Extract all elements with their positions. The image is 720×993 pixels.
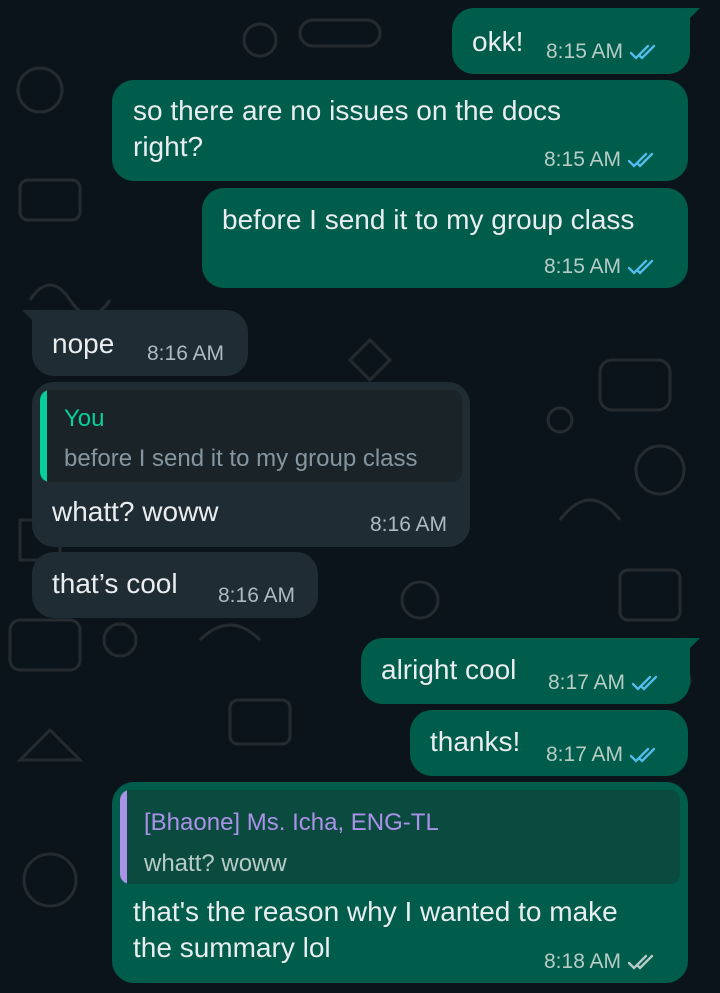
- message-text-line: so there are no issues on the docs: [133, 95, 562, 126]
- quote-bar: [120, 790, 127, 884]
- quote-author: You: [64, 405, 105, 432]
- message-meta: 8:15 AM: [546, 40, 657, 64]
- message-text: whatt? woww: [52, 496, 219, 527]
- message-time: 8:15 AM: [544, 148, 622, 171]
- message-meta: 8:17 AM: [548, 671, 659, 695]
- message-text: thanks!: [430, 726, 521, 757]
- message-text: that’s cool: [52, 568, 178, 599]
- message-outgoing[interactable]: alright cool 8:17 AM: [361, 638, 700, 704]
- message-time: 8:16 AM: [218, 584, 296, 607]
- message-time: 8:15 AM: [544, 255, 622, 278]
- message-time: 8:16 AM: [370, 513, 448, 536]
- message-time: 8:17 AM: [548, 671, 626, 694]
- message-outgoing-reply[interactable]: [Bhaone] Ms. Icha, ENG-TL whatt? woww th…: [112, 782, 688, 983]
- message-meta: 8:15 AM: [544, 255, 655, 279]
- message-time: 8:16 AM: [147, 342, 225, 365]
- delivered-ticks-icon: [627, 954, 654, 970]
- message-meta: 8:15 AM: [544, 148, 655, 172]
- quote-text: whatt? woww: [144, 850, 287, 877]
- message-text-line: the summary lol: [133, 932, 331, 963]
- read-ticks-icon: [629, 747, 656, 763]
- message-time: 8:17 AM: [546, 743, 624, 766]
- message-incoming[interactable]: nope 8:16 AM: [22, 310, 248, 376]
- read-ticks-icon: [627, 259, 654, 275]
- message-time: 8:15 AM: [546, 40, 624, 63]
- quoted-message[interactable]: You before I send it to my group class: [40, 390, 462, 482]
- message-text: alright cool: [381, 654, 517, 685]
- message-text: okk!: [472, 26, 524, 57]
- message-meta: 8:18 AM: [544, 950, 655, 974]
- quote-text: before I send it to my group class: [64, 445, 418, 472]
- message-text-line: right?: [133, 131, 204, 162]
- message-outgoing[interactable]: thanks! 8:17 AM: [410, 710, 688, 776]
- message-outgoing[interactable]: okk! 8:15 AM: [452, 8, 700, 74]
- quote-author: [Bhaone] Ms. Icha, ENG-TL: [144, 809, 439, 836]
- message-incoming[interactable]: that’s cool 8:16 AM: [32, 552, 318, 618]
- read-ticks-icon: [631, 675, 658, 691]
- message-incoming-reply[interactable]: You before I send it to my group class w…: [32, 382, 470, 547]
- read-ticks-icon: [629, 44, 656, 60]
- quote-bar: [40, 390, 47, 482]
- message-meta: 8:17 AM: [546, 743, 657, 767]
- message-text: before I send it to my group class: [222, 204, 635, 235]
- quoted-message[interactable]: [Bhaone] Ms. Icha, ENG-TL whatt? woww: [120, 790, 680, 884]
- message-outgoing[interactable]: so there are no issues on the docs right…: [112, 80, 688, 181]
- message-text: nope: [52, 328, 115, 359]
- message-time: 8:18 AM: [544, 950, 622, 973]
- message-outgoing[interactable]: before I send it to my group class 8:15 …: [202, 188, 688, 288]
- read-ticks-icon: [627, 152, 654, 168]
- message-text-line: that's the reason why I wanted to make: [133, 896, 618, 927]
